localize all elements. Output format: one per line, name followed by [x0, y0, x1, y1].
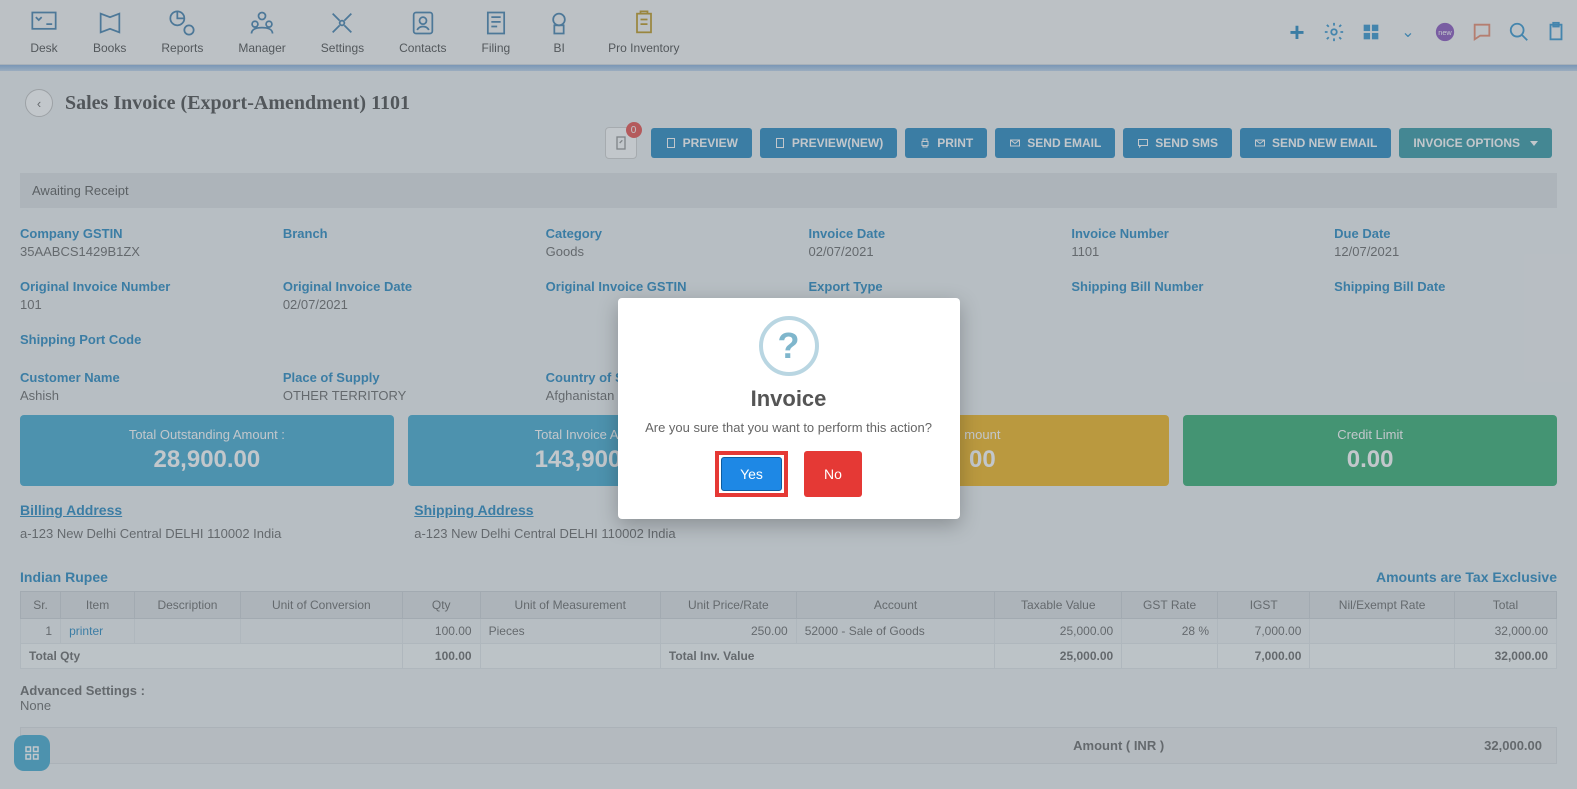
modal-title: Invoice [638, 386, 940, 412]
modal-overlay: ? Invoice Are you sure that you want to … [0, 0, 1577, 789]
modal-yes-button[interactable]: Yes [721, 457, 782, 491]
modal-text: Are you sure that you want to perform th… [638, 420, 940, 435]
question-icon: ? [759, 316, 819, 376]
modal-no-button[interactable]: No [804, 451, 862, 497]
confirm-modal: ? Invoice Are you sure that you want to … [618, 298, 960, 519]
